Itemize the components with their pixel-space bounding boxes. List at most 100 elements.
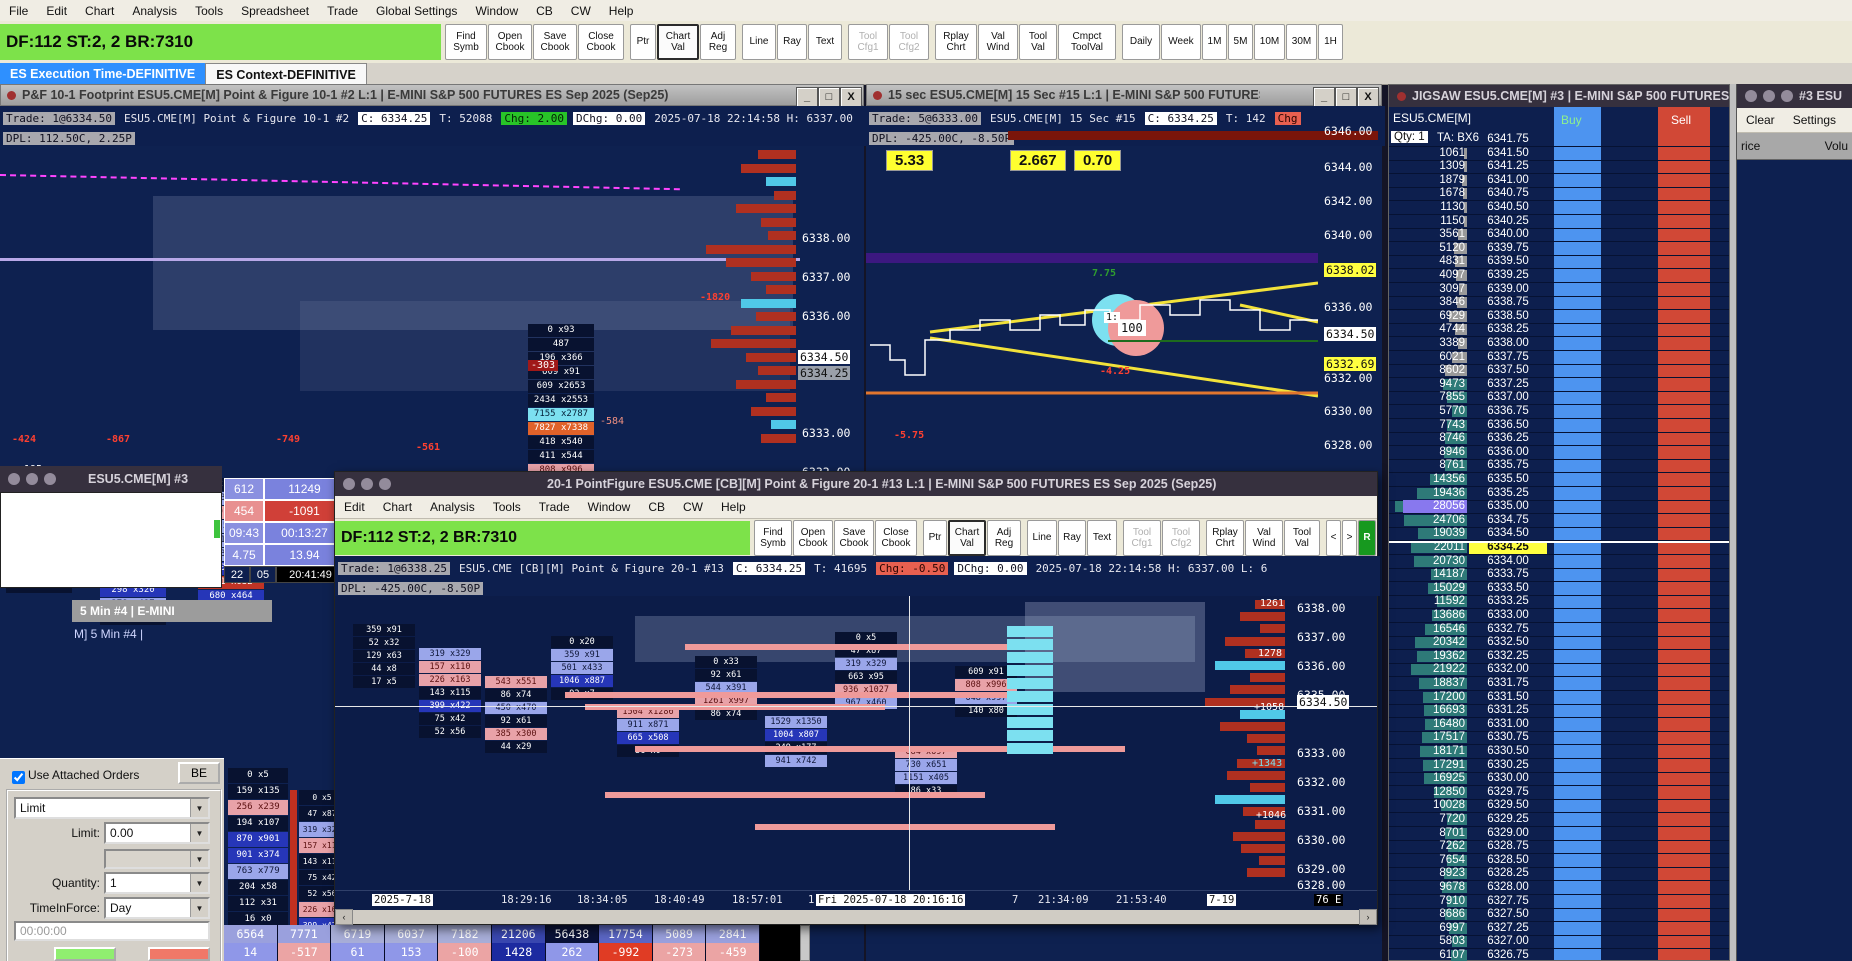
dom-price[interactable]: 6338.50 — [1469, 310, 1547, 323]
chevron-down-icon[interactable]: ▼ — [190, 799, 208, 817]
dom-row[interactable]: 8923 6328.25 — [1389, 867, 1729, 882]
dom-price[interactable]: 6336.00 — [1469, 446, 1547, 459]
window-circle-icon[interactable] — [379, 478, 391, 490]
dom-price[interactable]: 6327.25 — [1469, 922, 1547, 935]
dom-price[interactable]: 6330.25 — [1469, 759, 1547, 772]
toolbar-button-ray[interactable]: Ray — [1058, 520, 1086, 556]
dom-row[interactable]: 6021 6337.75 — [1389, 351, 1729, 365]
dom-price[interactable]: 6328.50 — [1469, 854, 1547, 867]
dom-price[interactable]: 6330.75 — [1469, 731, 1547, 744]
dom-price[interactable]: 6336.50 — [1469, 419, 1547, 432]
overlay-menu-window[interactable]: Window — [579, 500, 640, 514]
dom-price[interactable]: 6336.25 — [1469, 432, 1547, 445]
dom-row[interactable]: 7262 6328.75 — [1389, 840, 1729, 855]
toolbar-button-close-cbook[interactable]: Close Cbook — [578, 24, 624, 60]
sec15-chart-canvas[interactable]: 1: 100 7.75 -4.25 -5.75 — [866, 180, 1318, 470]
tab-es-context[interactable]: ES Context-DEFINITIVE — [205, 63, 367, 85]
dom-price[interactable]: 6341.75 — [1469, 133, 1547, 146]
toolbar-button-tool-val[interactable]: Tool Val — [1019, 24, 1057, 60]
dom-price[interactable]: 6332.75 — [1469, 623, 1547, 636]
overlay-menu-edit[interactable]: Edit — [335, 500, 374, 514]
dom-price[interactable]: 6338.75 — [1469, 296, 1547, 309]
dom-row[interactable]: 12850 6329.75 — [1389, 786, 1729, 800]
tape-menu-clear[interactable]: Clear — [1737, 113, 1784, 127]
volume-column-header[interactable]: Volu — [1825, 139, 1848, 153]
window-circle-icon[interactable] — [1745, 90, 1757, 102]
dom-price[interactable]: 6340.50 — [1469, 201, 1547, 214]
dom-row[interactable]: 8761 6335.75 — [1389, 459, 1729, 474]
window-circle-icon[interactable] — [1781, 90, 1793, 102]
dom-row[interactable]: 3389 6338.00 — [1389, 337, 1729, 351]
dom-row[interactable]: 16925 6330.00 — [1389, 772, 1729, 787]
dom-row[interactable]: 1130 6340.50 — [1389, 201, 1729, 215]
dom-price[interactable]: 6327.00 — [1469, 935, 1547, 948]
dom-row[interactable]: 20730 6334.00 — [1389, 555, 1729, 569]
window-circle-icon[interactable] — [343, 478, 355, 490]
dom-price[interactable]: 6340.75 — [1469, 187, 1547, 200]
dom-row[interactable]: 1309 6341.25 — [1389, 160, 1729, 175]
dom-row[interactable]: 16480 6331.00 — [1389, 718, 1729, 732]
menu-item-analysis[interactable]: Analysis — [123, 4, 186, 18]
dom-price[interactable]: 6333.50 — [1469, 582, 1547, 595]
dom-price[interactable]: 6337.00 — [1469, 391, 1547, 404]
tab-es-execution[interactable]: ES Execution Time-DEFINITIVE — [0, 63, 206, 84]
dom-price[interactable]: 6326.75 — [1469, 949, 1547, 961]
toolbar-button-adj-reg[interactable]: Adj Reg — [700, 24, 736, 60]
toolbar-button-line[interactable]: Line — [742, 24, 776, 60]
toolbar-button-week[interactable]: Week — [1161, 24, 1201, 60]
dom-price[interactable]: 6340.00 — [1469, 228, 1547, 241]
dom-row[interactable]: 22011 6334.25 — [1389, 541, 1729, 555]
dom-price[interactable]: 6328.75 — [1469, 840, 1547, 853]
menu-item-cw[interactable]: CW — [562, 4, 600, 18]
toolbar-button-chart-val[interactable]: Chart Val — [948, 520, 986, 556]
window-circle-icon[interactable] — [1763, 90, 1775, 102]
dom-price[interactable]: 6331.50 — [1469, 691, 1547, 704]
dom-price[interactable]: 6329.25 — [1469, 813, 1547, 826]
dom-price[interactable]: 6339.00 — [1469, 283, 1547, 296]
dom-titlebar[interactable]: JIGSAW ESU5.CME[M] #3 | E-MINI S&P 500 F… — [1389, 85, 1729, 107]
dom-row[interactable]: 6997 6327.25 — [1389, 922, 1729, 936]
toolbar-button-tool-cfg2[interactable]: Tool Cfg2 — [889, 24, 929, 60]
dom-row[interactable]: 17200 6331.50 — [1389, 691, 1729, 705]
dom-price[interactable]: 6338.25 — [1469, 323, 1547, 336]
overlay-menu-cb[interactable]: CB — [639, 500, 674, 514]
toolbar-button-tool-cfg1[interactable]: Tool Cfg1 — [1123, 520, 1161, 556]
toolbar-button-chart-val[interactable]: Chart Val — [657, 24, 699, 60]
dom-row[interactable]: 8686 6327.50 — [1389, 908, 1729, 923]
menu-item-tools[interactable]: Tools — [186, 4, 232, 18]
dom-row[interactable]: 4744 6338.25 — [1389, 323, 1729, 338]
dom-price[interactable]: 6334.00 — [1469, 555, 1547, 568]
dom-row[interactable]: 3097 6339.00 — [1389, 283, 1729, 297]
dom-price[interactable]: 6334.75 — [1469, 514, 1547, 527]
maximize-button[interactable]: □ — [1335, 87, 1357, 107]
dom-price[interactable]: 6340.25 — [1469, 215, 1547, 228]
dom-price[interactable]: 6330.00 — [1469, 772, 1547, 785]
qty-chip[interactable]: Qty: 1 — [1391, 131, 1428, 143]
dom-row[interactable]: 17291 6330.25 — [1389, 759, 1729, 773]
limit-price-input[interactable]: 0.00 ▼ — [104, 822, 210, 844]
dom-row[interactable]: 21922 6332.00 — [1389, 663, 1729, 678]
toolbar-button-adj-reg[interactable]: Adj Reg — [987, 520, 1021, 556]
toolbar-button-5m[interactable]: 5M — [1228, 24, 1253, 60]
scrollbar-fragment[interactable] — [800, 925, 810, 961]
minimize-button[interactable]: _ — [1313, 87, 1335, 107]
toolbar-button-val-wind[interactable]: Val Wind — [978, 24, 1018, 60]
lavender-level-line[interactable] — [0, 258, 800, 261]
dom-row[interactable]: 7654 6328.50 — [1389, 854, 1729, 868]
dom-price[interactable]: 6341.50 — [1469, 147, 1547, 160]
toolbar-button-r[interactable]: R — [1358, 520, 1376, 556]
dom-row[interactable]: 7743 6336.50 — [1389, 419, 1729, 433]
dom-price[interactable]: 6336.75 — [1469, 405, 1547, 418]
dom-row[interactable]: 16693 6331.25 — [1389, 704, 1729, 719]
toolbar-button-text[interactable]: Text — [1087, 520, 1117, 556]
dom-row[interactable]: 1061 6341.50 — [1389, 147, 1729, 161]
dom-row[interactable]: 5770 6336.75 — [1389, 405, 1729, 419]
dom-price[interactable]: 6327.50 — [1469, 908, 1547, 921]
dom-price[interactable]: 6334.50 — [1469, 527, 1547, 540]
dom-price[interactable]: 6335.25 — [1469, 487, 1547, 500]
overlay-chart-canvas[interactable]: 359 x91 52 x32 129 x63 44 x8 17 x5 319 x329 15… — [335, 596, 1377, 890]
dom-price[interactable]: 6338.00 — [1469, 337, 1547, 350]
toolbar-button-ray[interactable]: Ray — [777, 24, 807, 60]
dom-price[interactable]: 6332.50 — [1469, 636, 1547, 649]
dom-price[interactable]: 6328.00 — [1469, 881, 1547, 894]
